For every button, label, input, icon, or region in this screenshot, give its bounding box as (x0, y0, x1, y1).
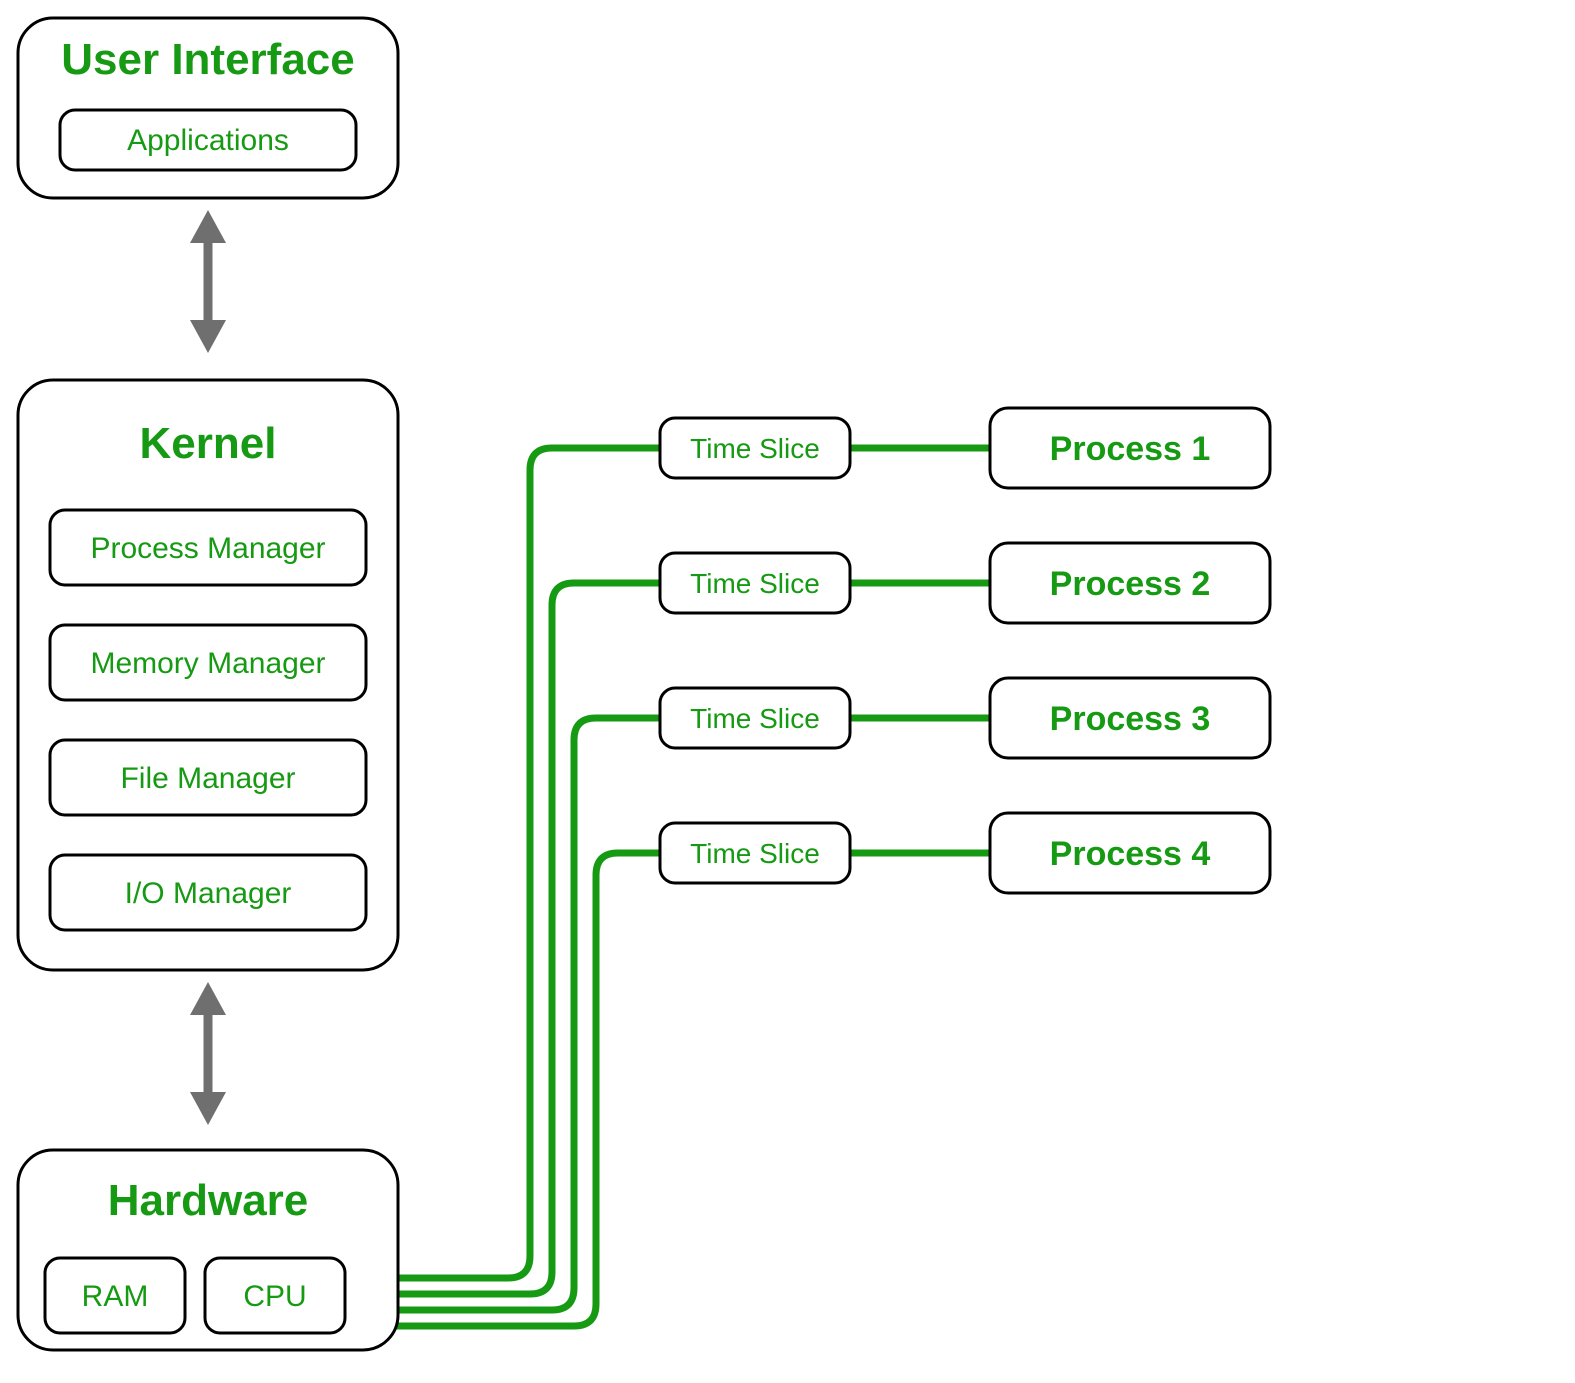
applications-label: Applications (127, 124, 289, 157)
time-slice-label-3: Time Slice (690, 703, 820, 734)
arrow-ui-kernel (190, 210, 226, 353)
kernel-title: Kernel (140, 419, 277, 468)
arrow-kernel-hardware (190, 982, 226, 1125)
time-slice-label-1: Time Slice (690, 433, 820, 464)
file-manager-label: File Manager (120, 762, 295, 795)
process-label-4: Process 4 (1050, 835, 1211, 873)
hardware-title: Hardware (108, 1176, 309, 1225)
time-slice-label-4: Time Slice (690, 838, 820, 869)
process-label-2: Process 2 (1050, 565, 1211, 603)
process-manager-label: Process Manager (90, 532, 325, 565)
process-label-1: Process 1 (1050, 430, 1211, 468)
time-slice-label-2: Time Slice (690, 568, 820, 599)
os-architecture-diagram: User Interface Applications Kernel Proce… (0, 0, 1575, 1383)
user-interface-title: User Interface (61, 35, 354, 84)
process-label-3: Process 3 (1050, 700, 1211, 738)
cpu-label: CPU (243, 1280, 306, 1313)
io-manager-label: I/O Manager (125, 877, 292, 910)
memory-manager-label: Memory Manager (90, 647, 325, 680)
ram-label: RAM (82, 1280, 149, 1313)
